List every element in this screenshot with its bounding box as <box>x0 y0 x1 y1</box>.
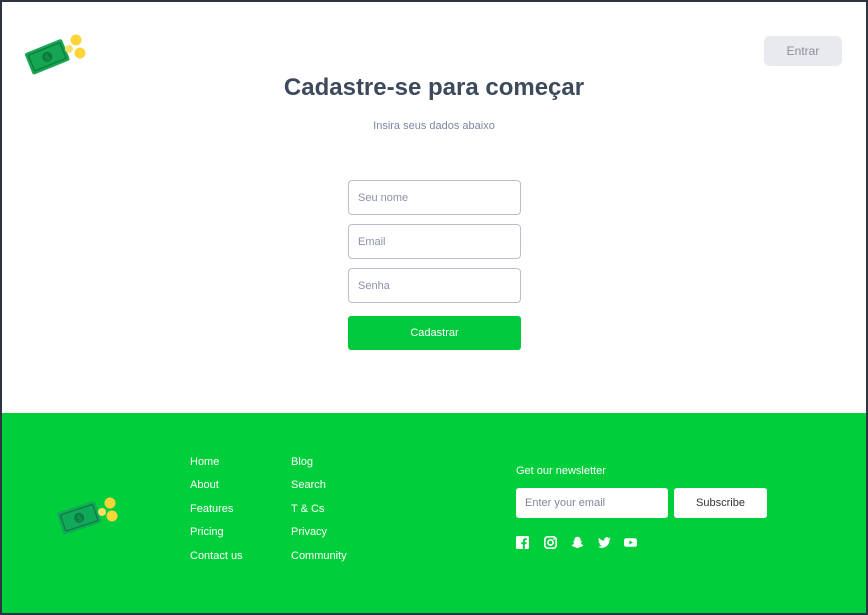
page: $ Entrar Cadastre-se para começar Insira… <box>2 2 866 613</box>
name-input[interactable] <box>348 180 521 215</box>
youtube-icon[interactable] <box>624 536 637 549</box>
footer-link-blog[interactable]: Blog <box>291 455 347 478</box>
signup-button[interactable]: Cadastrar <box>348 316 521 350</box>
newsletter-title: Get our newsletter <box>516 465 606 477</box>
newsletter-email-input[interactable] <box>516 488 668 518</box>
footer-link-community[interactable]: Community <box>291 549 347 572</box>
page-subtitle: Insira seus dados abaixo <box>373 120 495 132</box>
twitter-icon[interactable] <box>598 536 611 549</box>
footer-link-features[interactable]: Features <box>190 502 243 525</box>
footer-link-terms[interactable]: T & Cs <box>291 502 347 525</box>
footer-links-secondary: Blog Search T & Cs Privacy Community <box>291 455 347 572</box>
password-input[interactable] <box>348 268 521 303</box>
money-logo-icon[interactable]: $ <box>24 32 88 76</box>
footer-link-search[interactable]: Search <box>291 478 347 501</box>
footer-link-contact[interactable]: Contact us <box>190 549 243 572</box>
footer-links-primary: Home About Features Pricing Contact us <box>190 455 243 572</box>
snapchat-icon[interactable] <box>571 536 584 549</box>
page-title: Cadastre-se para começar <box>283 74 585 101</box>
facebook-icon[interactable] <box>516 536 529 549</box>
footer-link-about[interactable]: About <box>190 478 243 501</box>
footer-link-home[interactable]: Home <box>190 455 243 478</box>
email-input[interactable] <box>348 224 521 259</box>
footer-link-privacy[interactable]: Privacy <box>291 525 347 548</box>
login-button[interactable]: Entrar <box>764 36 842 66</box>
subscribe-button[interactable]: Subscribe <box>674 488 767 518</box>
footer-link-pricing[interactable]: Pricing <box>190 525 243 548</box>
instagram-icon[interactable] <box>544 536 557 549</box>
footer: $ Home About Features Pricing Contact us… <box>2 413 866 613</box>
money-logo-icon: $ <box>56 493 122 537</box>
